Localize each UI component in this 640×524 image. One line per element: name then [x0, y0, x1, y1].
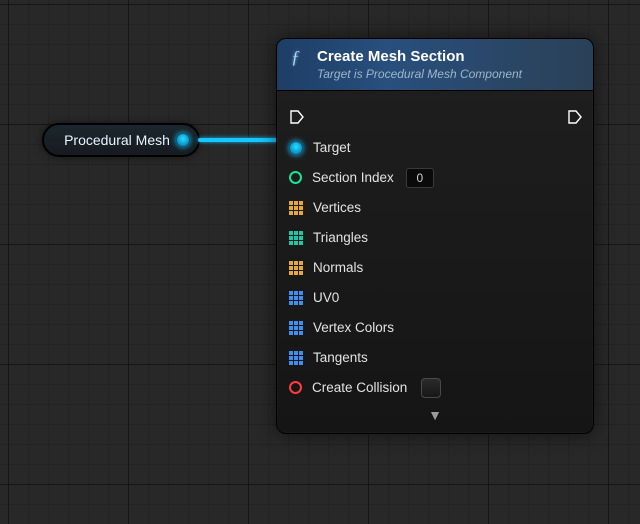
node-subtitle: Target is Procedural Mesh Component: [317, 67, 522, 82]
pin-label: Create Collision: [312, 380, 407, 395]
node-title-block: Create Mesh Section Target is Procedural…: [317, 48, 522, 82]
function-icon: [289, 50, 307, 68]
input-pin-target[interactable]: [289, 141, 303, 155]
pin-label: Section Index: [312, 170, 394, 185]
input-pin-tangents[interactable]: [289, 351, 303, 365]
input-pin-section-index[interactable]: [289, 171, 302, 184]
pin-row-create-collision: Create Collision: [289, 373, 581, 403]
pin-row-triangles: Triangles: [289, 223, 581, 253]
input-pin-vertex-colors[interactable]: [289, 321, 303, 335]
pin-row-target: Target: [289, 133, 581, 163]
pin-label: Vertices: [313, 200, 361, 215]
input-pin-normals[interactable]: [289, 261, 303, 275]
expand-node-button[interactable]: ▼: [289, 403, 581, 427]
pin-row-uv0: UV0: [289, 283, 581, 313]
node-body: Target Section Index 0 Vertices Triangle…: [277, 91, 593, 433]
pin-row-section-index: Section Index 0: [289, 163, 581, 193]
pin-label: UV0: [313, 290, 339, 305]
exec-in-pin[interactable]: [289, 109, 303, 123]
input-pin-vertices[interactable]: [289, 201, 303, 215]
section-index-input[interactable]: 0: [406, 168, 434, 188]
wire-procedural-mesh-to-target: [198, 138, 288, 142]
pin-label: Target: [313, 140, 351, 155]
pin-row-tangents: Tangents: [289, 343, 581, 373]
input-pin-triangles[interactable]: [289, 231, 303, 245]
node-header[interactable]: Create Mesh Section Target is Procedural…: [277, 39, 593, 91]
node-title: Create Mesh Section: [317, 48, 522, 67]
pin-label: Triangles: [313, 230, 368, 245]
pin-label: Vertex Colors: [313, 320, 394, 335]
exec-out-pin[interactable]: [567, 109, 581, 123]
pin-row-vertices: Vertices: [289, 193, 581, 223]
pin-row-vertex-colors: Vertex Colors: [289, 313, 581, 343]
input-pin-create-collision[interactable]: [289, 381, 302, 394]
input-pin-uv0[interactable]: [289, 291, 303, 305]
variable-node-label: Procedural Mesh: [64, 132, 170, 148]
create-collision-checkbox[interactable]: [421, 378, 441, 398]
variable-node-procedural-mesh[interactable]: Procedural Mesh: [42, 123, 200, 157]
function-node-create-mesh-section[interactable]: Create Mesh Section Target is Procedural…: [276, 38, 594, 434]
output-pin-object[interactable]: [176, 133, 190, 147]
pin-label: Tangents: [313, 350, 368, 365]
pin-label: Normals: [313, 260, 363, 275]
exec-row: [289, 101, 581, 131]
pin-row-normals: Normals: [289, 253, 581, 283]
